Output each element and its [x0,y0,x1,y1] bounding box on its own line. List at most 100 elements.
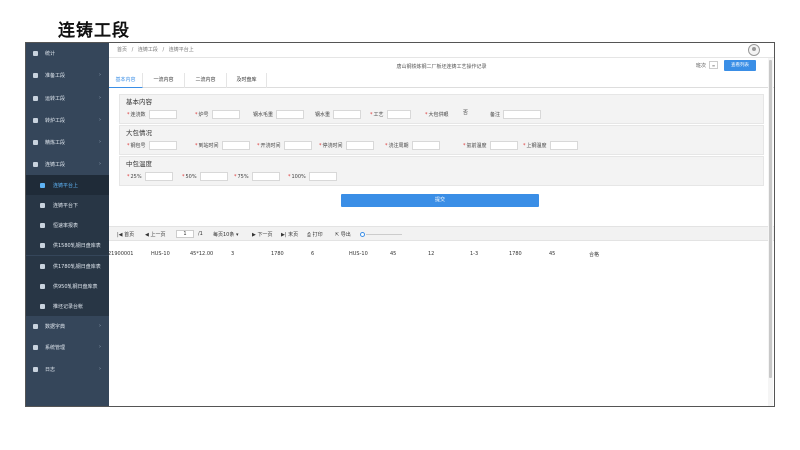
tab-basic[interactable]: 基本内容 [109,73,143,88]
field-input[interactable] [199,172,228,181]
sidebar-item[interactable]: 精炼工段 › [26,132,109,152]
table-row[interactable]: 21900001 HUS-10 45*12.00 3 1780 6 HUS-10 45 12 1-… [108,251,774,261]
print-button[interactable]: ⎙ 打印 [307,231,323,238]
field-label: 炉号 [198,112,209,118]
field-input[interactable]: 否 [452,110,480,119]
first-page-button[interactable]: |◀ 首页 [117,231,134,238]
sidebar-item-label: 转炉工段 [45,117,66,124]
file-icon [40,263,45,269]
field-input[interactable] [211,110,240,119]
sidebar-item[interactable]: 日志 › [26,359,109,379]
zoom-slider-handle[interactable] [360,232,365,237]
field-input[interactable] [386,110,411,119]
sidebar-item-label: 供1580轧钢日盘库表 [53,242,101,249]
table-cell: HUS-10 [349,251,368,257]
required-marker: * [182,173,185,180]
sidebar-item-label: 连铸平台上 [53,182,79,189]
chevron-right-icon: › [99,95,101,101]
field-input[interactable] [276,110,305,119]
user-avatar[interactable] [748,44,760,56]
section-title: 基本内容 [126,98,152,106]
breadcrumb-current: 连铸平台上 [168,47,194,53]
field-input[interactable] [251,172,280,181]
message-button[interactable]: ≡ [709,61,718,69]
form-field: * 连浇数 [127,110,177,119]
field-input[interactable] [221,141,250,150]
sidebar-item[interactable]: 转炉工段 › [26,110,109,130]
chevron-right-icon: › [99,72,101,78]
required-marker: * [425,111,428,118]
field-label: 50% [185,173,197,180]
field-label: 浇注周期 [388,143,409,149]
chevron-right-icon: › [99,139,101,145]
tab-strand-one[interactable]: 一流内容 [143,73,185,88]
prev-page-button[interactable]: ◀ 上一页 [145,231,165,238]
sidebar-item[interactable]: 统计 [26,43,109,63]
field-label: 停浇时间 [322,143,343,149]
section-basic: 基本内容 * 连浇数 * 炉号 钢水毛重 钢水重 * 工艺 * 大包供眼否备注 [119,94,764,124]
table-cell: 1780 [509,251,522,257]
sidebar-item[interactable]: 系统管理 › [26,337,109,357]
zoom-slider-track[interactable] [366,234,402,235]
table-cell: HUS-10 [151,251,170,257]
form-field: * 氩前温度 [463,141,518,150]
required-marker: * [385,142,388,149]
print-icon: ⎙ [307,232,312,238]
field-label: 氩前温度 [466,143,487,149]
sidebar: 统计 准备工段 › 运转工段 › 转炉工段 › 精炼工段 › 连铸工段 › 连铸平台上 连铸平台下 恒速率… [26,43,109,406]
form-field: * 到站时间 [195,141,250,150]
field-input[interactable] [148,141,177,150]
sidebar-item[interactable]: 供950轧钢日盘库表 [26,276,109,296]
form-field: 备注 [490,110,542,119]
view-list-button[interactable]: 查看列表 [724,60,756,71]
menu-icon [33,72,38,78]
page-number-input[interactable]: 1 [176,230,194,238]
breadcrumb: 首页 / 连铸工段 / 连铸平台上 [117,46,197,53]
menu-icon [33,139,38,145]
sidebar-item[interactable]: 运转工段 › [26,88,109,108]
last-page-button[interactable]: ▶| 末页 [281,231,298,238]
per-page-select[interactable]: 每页10条 ▾ [213,231,238,238]
sidebar-item[interactable]: 准备工段 › [26,65,109,85]
field-input[interactable] [411,141,440,150]
chevron-right-icon: › [99,366,101,372]
field-input[interactable] [503,110,542,119]
table-cell: 45 [390,251,397,257]
form-field: * 100% [288,172,337,181]
table-cell: 3 [231,251,235,257]
sidebar-item[interactable]: 推坯记录台帐 [26,296,109,316]
sidebar-item[interactable]: 连铸工段 › [26,154,109,174]
next-page-button[interactable]: ▶ 下一页 [252,231,272,238]
sidebar-item-label: 推坯记录台帐 [53,303,84,310]
sidebar-item-label: 连铸平台下 [53,202,79,209]
submit-button[interactable]: 提交 [341,194,539,207]
field-input[interactable] [489,141,518,150]
field-input[interactable] [549,141,578,150]
sidebar-item[interactable]: 连铸平台下 [26,195,109,215]
field-input[interactable] [333,110,362,119]
sidebar-item[interactable]: 供1780轧钢日盘库表 [26,256,109,276]
export-button[interactable]: ⇱ 导出 [335,231,351,238]
tab-inventory[interactable]: 及时盘库 [227,73,267,88]
sidebar-item[interactable]: 连铸平台上 [26,175,109,195]
field-input[interactable] [308,172,337,181]
field-input[interactable] [345,141,374,150]
vertical-scrollbar[interactable] [768,58,773,406]
sidebar-item[interactable]: 供1580轧钢日盘库表 [26,235,109,255]
field-label: 25% [130,173,142,180]
field-input[interactable] [283,141,312,150]
form-field: * 50% [182,172,228,181]
sidebar-item-label: 供1780轧钢日盘库表 [53,263,101,270]
sidebar-item[interactable]: 数据字典 › [26,316,109,336]
field-input[interactable] [144,172,173,181]
sidebar-item[interactable]: 恒速率报表 [26,215,109,235]
breadcrumb-section[interactable]: 连铸工段 [138,47,158,53]
file-icon [40,202,45,208]
breadcrumb-home[interactable]: 首页 [117,47,127,53]
field-label: 大包供眼 [428,112,449,118]
scrollbar-thumb[interactable] [769,60,772,378]
field-input[interactable] [148,110,177,119]
tab-strand-two[interactable]: 二流内容 [185,73,227,88]
required-marker: * [127,173,130,180]
required-marker: * [288,173,291,180]
